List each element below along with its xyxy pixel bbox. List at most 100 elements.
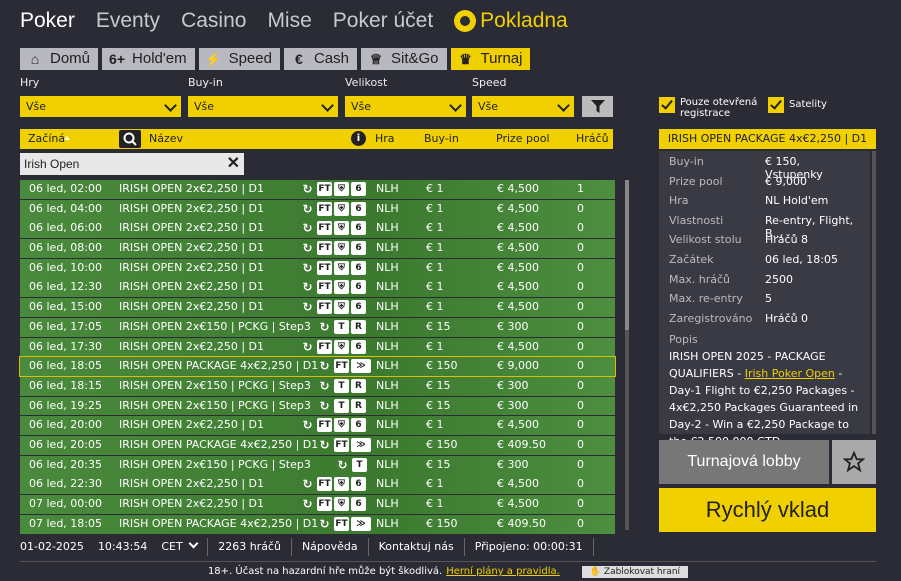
row-name: IRISH OPEN 2x€2,250 | D1 xyxy=(119,418,265,432)
detail-key: Vlastnosti xyxy=(669,213,724,227)
col-players[interactable]: Hráčů xyxy=(576,132,609,145)
col-game[interactable]: Hra xyxy=(375,132,395,145)
row-start: 06 led, 18:05 xyxy=(29,359,102,373)
table-row[interactable]: 07 led, 18:05 IRISH OPEN PACKAGE 4x€2,250… xyxy=(20,514,615,534)
tab-home[interactable]: ⌂ Domů xyxy=(20,48,99,70)
final-table-icon: FT xyxy=(317,300,332,315)
table-row[interactable]: 06 led, 12:30 IRISH OPEN 2x€2,250 | D1 ↻ FT… xyxy=(20,278,615,298)
row-game: NLH xyxy=(376,516,399,530)
contact-link[interactable]: Kontaktuj nás xyxy=(369,538,465,556)
detail-row: Vlastnosti Re-entry, Flight, B... xyxy=(669,213,860,240)
quick-deposit-button[interactable]: Rychlý vklad xyxy=(659,488,876,532)
open-registration-checkbox[interactable]: Pouze otevřená registrace xyxy=(659,97,779,119)
timezone-select[interactable]: CET xyxy=(151,538,209,556)
row-start: 06 led, 20:05 xyxy=(29,437,102,451)
info-icon[interactable]: i xyxy=(351,131,366,146)
table-row[interactable]: 06 led, 04:00 IRISH OPEN 2x€2,250 | D1 ↻ FT… xyxy=(20,199,615,219)
tournament-lobby-button[interactable]: Turnajová lobby xyxy=(659,440,829,484)
bounty-icon: ⛨ xyxy=(334,300,349,315)
rules-link[interactable]: Herní plány a pravidla. xyxy=(446,566,560,577)
col-start[interactable]: Začíná xyxy=(28,132,65,145)
col-buyin[interactable]: Buy-in xyxy=(424,132,459,145)
tab-speed[interactable]: ⚡ Speed xyxy=(198,48,280,70)
row-buyin: € 1 xyxy=(426,241,444,255)
table-row[interactable]: 06 led, 10:00 IRISH OPEN 2x€2,250 | D1 ↻ FT… xyxy=(20,258,615,278)
table-row[interactable]: 07 led, 00:00 IRISH OPEN 2x€2,250 | D1 ↻ FT… xyxy=(20,495,615,514)
table-row[interactable]: 06 led, 17:05 IRISH OPEN 2x€150 | PCKG | … xyxy=(20,317,615,337)
row-start: 06 led, 18:15 xyxy=(29,378,102,392)
row-name: IRISH OPEN 2x€2,250 | D1 xyxy=(119,339,265,353)
row-prize: € 4,500 xyxy=(497,300,539,314)
table-row[interactable]: 06 led, 15:00 IRISH OPEN 2x€2,250 | D1 ↻ FT… xyxy=(20,298,615,318)
row-name: IRISH OPEN 2x€2,250 | D1 xyxy=(119,477,265,491)
search-toggle[interactable] xyxy=(119,130,141,148)
table-row[interactable]: 06 led, 08:00 IRISH OPEN 2x€2,250 | D1 ↻ FT… xyxy=(20,239,615,258)
filter-button[interactable] xyxy=(582,96,613,117)
row-buyin: € 1 xyxy=(426,497,444,510)
favorite-button[interactable] xyxy=(832,440,876,484)
table-row[interactable]: 06 led, 20:35 IRISH OPEN 2x€150 | PCKG | … xyxy=(20,455,615,475)
row-name: IRISH OPEN 2x€2,250 | D1 xyxy=(119,182,265,195)
table-row[interactable]: 06 led, 18:15 IRISH OPEN 2x€150 | PCKG | … xyxy=(20,376,615,396)
nav-casino[interactable]: Casino xyxy=(181,6,246,36)
reentry-icon: ↻ xyxy=(319,319,330,334)
games-select[interactable]: Vše xyxy=(20,96,181,117)
tab-tournament[interactable]: ♛ Turnaj xyxy=(450,48,531,70)
table-row[interactable]: 06 led, 06:00 IRISH OPEN 2x€2,250 | D1 ↻ FT… xyxy=(20,219,615,239)
detail-key: Max. hráčů xyxy=(669,272,730,286)
ticket-icon: T xyxy=(334,378,349,393)
nav-poker-account[interactable]: Poker účet xyxy=(333,6,433,36)
search-icon xyxy=(123,132,137,146)
tab-sitgo[interactable]: ♕ Sit&Go xyxy=(360,48,447,70)
detail-row: Zaregistrováno Hráčů 0 xyxy=(669,312,860,332)
details-scrollbar[interactable] xyxy=(872,151,876,434)
table-row[interactable]: 06 led, 18:05 IRISH OPEN PACKAGE 4x€2,250… xyxy=(19,356,616,378)
row-icons: ↻ FT ⛨ 6 xyxy=(300,497,366,511)
row-icons: ↻ T R xyxy=(317,319,366,334)
search-input[interactable]: Irish Open ✕ xyxy=(20,153,244,175)
tab-cash[interactable]: € Cash xyxy=(283,48,357,70)
table-row[interactable]: 06 led, 17:30 IRISH OPEN 2x€2,250 | D1 ↻ FT… xyxy=(20,337,615,357)
table-row[interactable]: 06 led, 20:00 IRISH OPEN 2x€2,250 | D1 ↻ FT… xyxy=(20,416,615,436)
nav-poker[interactable]: Poker xyxy=(20,6,75,36)
row-icons: ↻ FT ⛨ 6 xyxy=(300,339,366,354)
table-row[interactable]: 06 led, 02:00 IRISH OPEN 2x€2,250 | D1 ↻ FT… xyxy=(20,180,615,199)
speed-select[interactable]: Vše xyxy=(472,96,574,117)
row-buyin: € 1 xyxy=(426,477,444,491)
row-icons: ↻ FT ⛨ 6 xyxy=(300,221,366,236)
six-max-icon: 6 xyxy=(351,221,366,236)
irish-poker-open-link[interactable]: Irish Poker Open xyxy=(745,367,835,380)
help-link[interactable]: Nápověda xyxy=(292,538,369,556)
table-row[interactable]: 06 led, 22:30 IRISH OPEN 2x€2,250 | D1 ↻ FT… xyxy=(20,475,615,495)
tab-holdem[interactable]: 6+ Hold'em xyxy=(102,48,195,70)
six-max-icon: 6 xyxy=(351,201,366,216)
col-name[interactable]: Název xyxy=(149,132,183,145)
satellites-checkbox[interactable]: Satelity xyxy=(768,97,827,113)
block-gaming-button[interactable]: ✋ Zablokovat hraní xyxy=(581,565,689,578)
reentry-icon: ↻ xyxy=(302,497,313,511)
nav-missions[interactable]: Mise xyxy=(267,6,311,36)
size-select[interactable]: Vše xyxy=(345,96,466,117)
nav-events[interactable]: Eventy xyxy=(96,6,160,36)
buyin-select[interactable]: Vše xyxy=(188,96,338,117)
reentry-icon: ↻ xyxy=(302,241,313,256)
row-buyin: € 1 xyxy=(426,201,444,215)
table-row[interactable]: 06 led, 20:05 IRISH OPEN PACKAGE 4x€2,250… xyxy=(20,435,615,455)
row-game: NLH xyxy=(376,280,399,294)
row-game: NLH xyxy=(376,182,399,195)
row-buyin: € 1 xyxy=(426,182,444,195)
row-prize: € 4,500 xyxy=(497,260,539,274)
row-start: 06 led, 20:35 xyxy=(29,457,102,471)
row-name: IRISH OPEN 2x€150 | PCKG | Step3 xyxy=(119,319,311,333)
euro-icon: € xyxy=(295,51,303,67)
col-prize[interactable]: Prize pool xyxy=(496,132,550,145)
reentry-icon: ↻ xyxy=(302,201,313,216)
final-table-icon: FT xyxy=(317,182,332,196)
list-scrollbar[interactable] xyxy=(625,180,629,530)
nav-cashier[interactable]: Pokladna xyxy=(454,6,568,36)
row-name: IRISH OPEN PACKAGE 4x€2,250 | D1 xyxy=(119,437,319,451)
table-row[interactable]: 06 led, 19:25 IRISH OPEN 2x€150 | PCKG | … xyxy=(20,396,615,416)
status-date: 01-02-2025 xyxy=(20,540,84,553)
row-start: 06 led, 17:30 xyxy=(29,339,102,353)
clear-search-icon[interactable]: ✕ xyxy=(227,153,240,175)
